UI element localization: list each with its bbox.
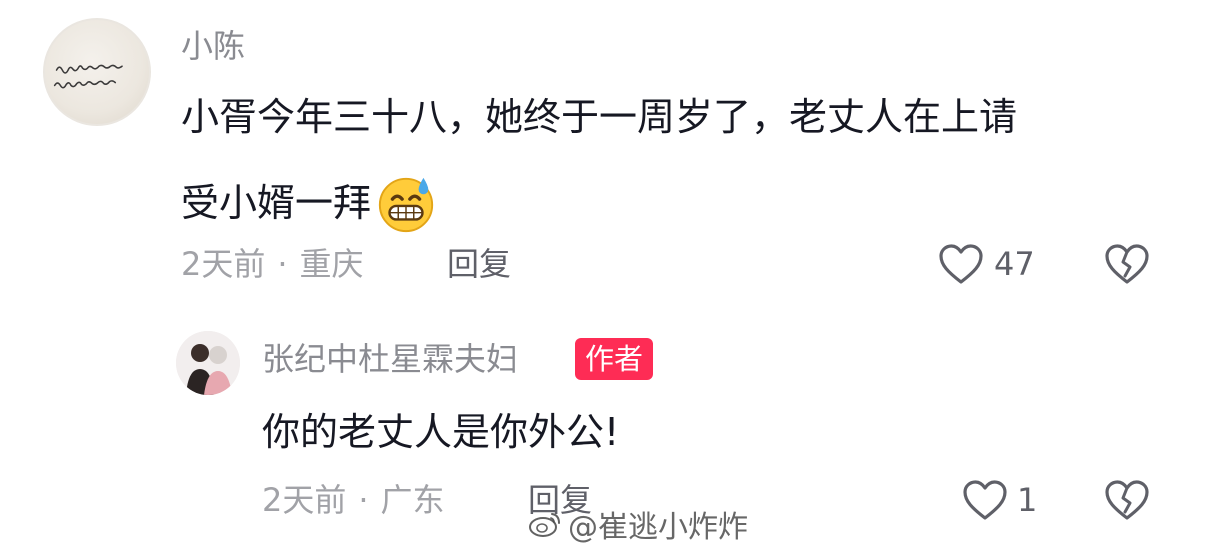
author-username[interactable]: 张纪中杜星霖夫妇 — [262, 343, 518, 375]
reply-button[interactable]: 回复 — [447, 248, 511, 280]
comment-text-line2: 受小婿一拜 — [181, 181, 372, 225]
comment-location: 重庆 — [299, 245, 364, 283]
author-badge: 作者 — [575, 338, 654, 380]
comment-meta: 2天前 · 重庆 — [181, 248, 364, 280]
author-avatar[interactable] — [176, 331, 240, 395]
reply-time: 2天前 — [262, 481, 347, 519]
couple-avatar-icon — [176, 331, 240, 395]
handwriting-avatar-icon — [53, 64, 123, 89]
commenter-username[interactable]: 小陈 — [181, 30, 245, 62]
grinning-sweat-emoji-icon — [378, 177, 434, 233]
comment-time: 2天前 — [181, 245, 266, 283]
reply-location: 广东 — [380, 481, 445, 519]
like-count: 1 — [1017, 481, 1038, 519]
commenter-avatar[interactable] — [43, 18, 151, 126]
broken-heart-icon[interactable] — [1104, 479, 1150, 521]
meta-separator: · — [358, 481, 369, 519]
reply-text: 你的老丈人是你外公! — [262, 410, 620, 454]
heart-outline-icon[interactable] — [938, 243, 984, 285]
comment-text-line1: 小胥今年三十八，她终于一周岁了，老丈人在上请 — [181, 95, 1018, 139]
broken-heart-icon[interactable] — [1104, 243, 1150, 285]
watermark: @崔逃小炸炸 — [528, 504, 748, 545]
like-count: 47 — [994, 245, 1035, 283]
meta-separator: · — [277, 245, 288, 283]
heart-outline-icon[interactable] — [962, 479, 1008, 521]
comment-text-line2-wrap: 受小婿一拜 — [181, 172, 437, 234]
reply-meta: 2天前 · 广东 — [262, 484, 445, 516]
watermark-text: @崔逃小炸炸 — [568, 510, 748, 545]
weibo-icon — [529, 513, 560, 537]
